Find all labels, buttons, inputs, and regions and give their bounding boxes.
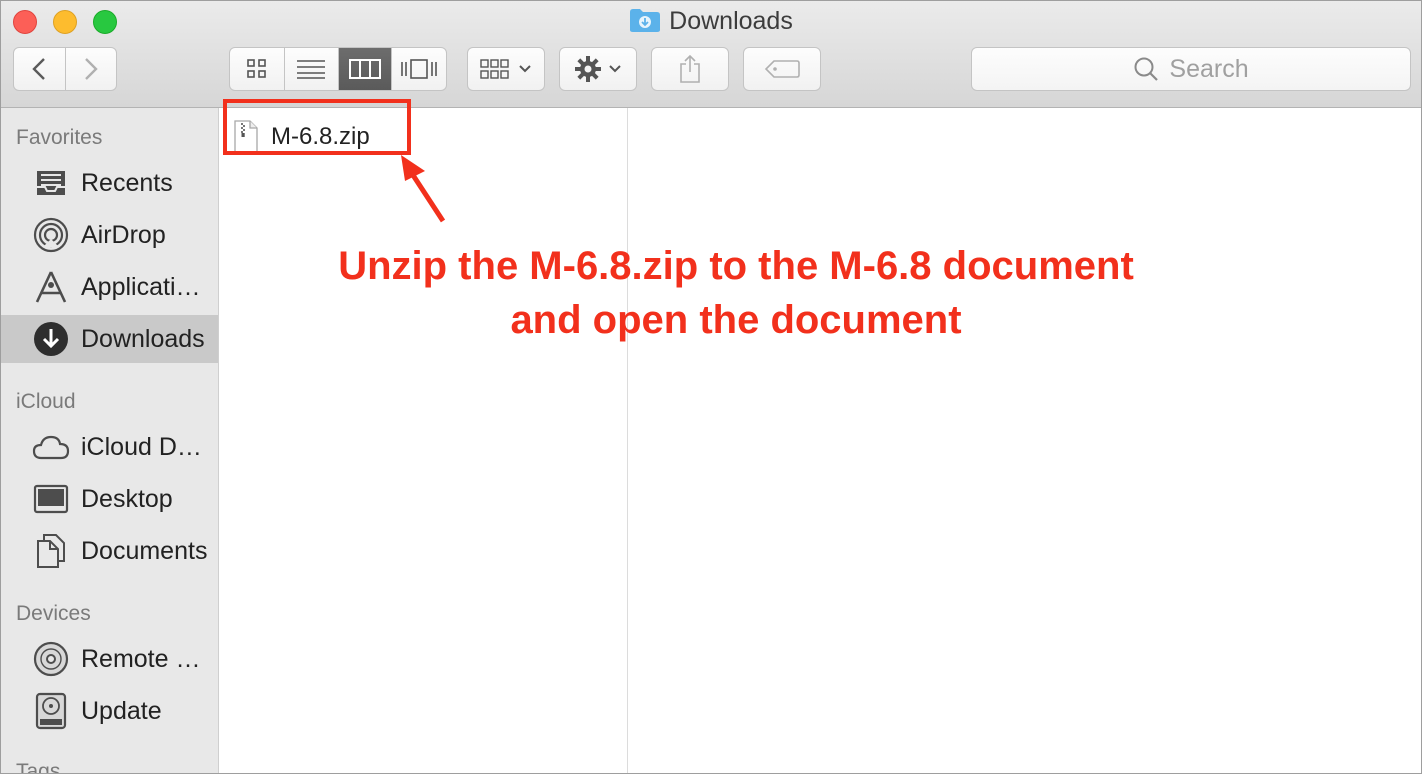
downloads-folder-icon bbox=[629, 7, 661, 40]
sidebar-item-label: iCloud Drive bbox=[81, 432, 209, 461]
applications-icon bbox=[31, 267, 71, 307]
share-button[interactable] bbox=[651, 47, 729, 91]
sidebar-item-documents[interactable]: Documents bbox=[1, 527, 218, 575]
sidebar-item-label: Remote Disc bbox=[81, 644, 209, 673]
window-title: Downloads bbox=[1, 6, 1421, 40]
sidebar-section-devices: Devices bbox=[16, 602, 91, 625]
sidebar-item-label: Desktop bbox=[81, 484, 173, 513]
sidebar-item-label: Downloads bbox=[81, 324, 205, 353]
toolbar: Downloads Search bbox=[1, 1, 1421, 108]
search-icon bbox=[1134, 57, 1159, 81]
sidebar-item-airdrop[interactable]: AirDrop bbox=[1, 211, 218, 259]
recents-icon bbox=[31, 163, 71, 203]
action-button[interactable] bbox=[559, 47, 637, 91]
navigation-buttons bbox=[13, 47, 117, 91]
list-icon bbox=[297, 60, 326, 79]
column-view-button[interactable] bbox=[338, 48, 392, 90]
search-placeholder: Search bbox=[1169, 54, 1249, 83]
arrange-button[interactable] bbox=[467, 47, 545, 91]
sidebar-section-tags: Tags bbox=[16, 760, 61, 774]
window-title-text: Downloads bbox=[669, 7, 793, 35]
chevron-down-icon bbox=[609, 65, 621, 73]
sidebar: Favorites Recents AirDrop Applications D… bbox=[1, 108, 219, 774]
airdrop-icon bbox=[31, 215, 71, 255]
disc-icon bbox=[31, 639, 71, 679]
edit-tags-button[interactable] bbox=[743, 47, 821, 91]
chevron-right-icon bbox=[84, 58, 98, 80]
annotation-highlight-box bbox=[223, 99, 411, 155]
chevron-down-icon bbox=[519, 65, 531, 73]
sidebar-item-desktop[interactable]: Desktop bbox=[1, 475, 218, 523]
grid-icon bbox=[247, 59, 266, 78]
sidebar-item-label: AirDrop bbox=[81, 220, 166, 249]
share-icon bbox=[680, 54, 700, 83]
column-divider[interactable] bbox=[627, 108, 628, 773]
forward-button[interactable] bbox=[66, 48, 117, 90]
sidebar-section-icloud: iCloud bbox=[16, 390, 76, 413]
downloads-icon bbox=[31, 319, 71, 359]
annotation-arrow-icon bbox=[401, 155, 446, 223]
annotation-line-2: and open the document bbox=[510, 298, 962, 342]
list-view-button[interactable] bbox=[285, 48, 339, 90]
sidebar-item-recents[interactable]: Recents bbox=[1, 159, 218, 207]
documents-icon bbox=[31, 531, 71, 571]
arrange-icon bbox=[480, 59, 509, 79]
gallery-view-button[interactable] bbox=[392, 48, 446, 90]
drive-icon bbox=[31, 691, 71, 731]
back-button[interactable] bbox=[14, 48, 66, 90]
sidebar-item-label: Update bbox=[81, 696, 162, 725]
sidebar-item-icloud-drive[interactable]: iCloud Drive bbox=[1, 423, 218, 471]
cloud-icon bbox=[31, 427, 71, 467]
tag-icon bbox=[764, 60, 800, 78]
sidebar-item-label: Recents bbox=[81, 168, 173, 197]
annotation-text: Unzip the M-6.8.zip to the M-6.8 documen… bbox=[231, 239, 1241, 347]
sidebar-item-update[interactable]: Update bbox=[1, 687, 218, 735]
gear-icon bbox=[575, 56, 601, 82]
gallery-icon bbox=[401, 59, 437, 79]
sidebar-item-downloads[interactable]: Downloads bbox=[1, 315, 218, 363]
sidebar-item-applications[interactable]: Applications bbox=[1, 263, 218, 311]
sidebar-item-remote-disc[interactable]: Remote Disc bbox=[1, 635, 218, 683]
columns-icon bbox=[348, 59, 381, 79]
chevron-left-icon bbox=[32, 58, 46, 80]
desktop-icon bbox=[31, 479, 71, 519]
sidebar-section-favorites: Favorites bbox=[16, 126, 103, 149]
sidebar-item-label: Documents bbox=[81, 536, 208, 565]
search-field[interactable]: Search bbox=[971, 47, 1411, 91]
finder-window: Downloads Search Favorites Recents AirDr… bbox=[0, 0, 1422, 774]
view-mode-selector bbox=[229, 47, 447, 91]
annotation-line-1: Unzip the M-6.8.zip to the M-6.8 documen… bbox=[338, 244, 1134, 288]
sidebar-item-label: Applications bbox=[81, 272, 209, 301]
icon-view-button[interactable] bbox=[230, 48, 286, 90]
